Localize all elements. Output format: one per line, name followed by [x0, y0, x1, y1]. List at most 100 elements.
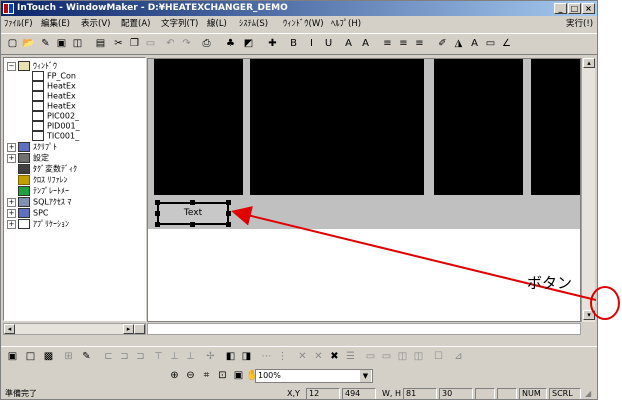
grid-icon[interactable]: ▩	[41, 349, 56, 364]
resize-handle[interactable]	[155, 222, 160, 227]
zoom-to-fit-icon[interactable]: ⌗	[199, 368, 214, 383]
resize-handle[interactable]	[190, 200, 195, 205]
tree-node-windows[interactable]: − ｳｨﾝﾄﾞｳ	[7, 61, 57, 72]
tree-node-window[interactable]: HeatEx	[32, 91, 76, 102]
tree-node-applications[interactable]: + ｱﾌﾟﾘｹｰｼｮﾝ	[7, 219, 69, 230]
tree-horizontal-scrollbar[interactable]: ◂ ▸	[3, 323, 146, 335]
expand-icon[interactable]: +	[7, 197, 16, 207]
tree-node-cross-reference[interactable]: ｸﾛｽ ﾘﾌｧﾚﾝ	[18, 175, 68, 186]
tree-node-window[interactable]: HeatEx	[32, 101, 76, 112]
tree-node-template-maker[interactable]: ﾃﾝﾌﾟﾚｰﾄﾒｰ	[18, 186, 69, 197]
align-right-edge-icon[interactable]: ⊐	[133, 349, 148, 364]
underline-icon[interactable]: U	[321, 36, 336, 51]
resize-handle[interactable]	[226, 200, 231, 205]
align-left-icon[interactable]: ≡	[380, 36, 395, 51]
maximize-button[interactable]: □	[568, 3, 581, 14]
align-centers-icon[interactable]: ✢	[203, 349, 218, 364]
flip-vertical-icon[interactable]: ◫	[411, 349, 426, 364]
tree-node-tagname-dictionary[interactable]: ﾀｸﾞ変数ﾃﾞｨｸ	[18, 164, 77, 175]
tree-node-window[interactable]: PIC002_	[32, 111, 79, 122]
italic-icon[interactable]: I	[304, 36, 319, 51]
zoom-select[interactable]: 100% ▼	[255, 369, 373, 383]
align-bottom-icon[interactable]: ⊥	[183, 349, 198, 364]
resize-grip-icon[interactable]: ◢	[585, 387, 591, 399]
cut-icon[interactable]: ✂	[111, 36, 126, 51]
menu-file[interactable]: ﾌｧｲﾙ(F)	[4, 17, 33, 29]
menu-text[interactable]: 文字列(T)	[161, 17, 198, 29]
canvas-horizontal-scrollbar[interactable]	[147, 323, 581, 335]
scroll-right-icon[interactable]: ▸	[123, 324, 134, 334]
menu-view[interactable]: 表示(V)	[81, 17, 110, 29]
resize-handle[interactable]	[155, 211, 160, 216]
zoom-window-icon[interactable]: ▣	[231, 368, 246, 383]
scroll-up-icon[interactable]: ▴	[583, 58, 595, 68]
zoom-in-icon[interactable]: ⊕	[167, 368, 182, 383]
expand-icon[interactable]: +	[7, 153, 16, 163]
ruler-icon[interactable]: ⊞	[61, 349, 76, 364]
scroll-left-icon[interactable]: ◂	[4, 324, 15, 334]
new-icon[interactable]: ▢	[5, 36, 20, 51]
copy-icon[interactable]: ❐	[127, 36, 142, 51]
space-vertical-icon[interactable]: ⋮	[275, 349, 290, 364]
menu-system[interactable]: ｼｽﾃﾑ(S)	[239, 17, 268, 29]
resize-handle[interactable]	[155, 200, 160, 205]
bring-to-front-icon[interactable]: ◨	[239, 349, 254, 364]
animation-links-icon[interactable]: ♣	[223, 36, 238, 51]
flip-horizontal-icon[interactable]: ◫	[395, 349, 410, 364]
menu-line[interactable]: 線(L)	[207, 17, 227, 29]
open-window-icon[interactable]: ✎	[38, 36, 53, 51]
scroll-thumb[interactable]	[134, 324, 145, 334]
frame-icon[interactable]: □	[23, 349, 38, 364]
align-left-edge-icon[interactable]: ⊏	[101, 349, 116, 364]
save-all-icon[interactable]: ◫	[70, 36, 85, 51]
window-color-icon[interactable]: ▭	[483, 36, 498, 51]
enlarge-font-icon[interactable]: A	[358, 36, 373, 51]
tree-node-window[interactable]: TIC001_	[32, 131, 79, 142]
expand-icon[interactable]: +	[7, 208, 16, 218]
window-properties-icon[interactable]: ▤	[93, 36, 108, 51]
wizard-icon[interactable]: ◩	[241, 36, 256, 51]
close-button[interactable]: ×	[582, 3, 595, 14]
reshape-icon[interactable]: ☐	[431, 349, 446, 364]
align-middle-icon[interactable]: ⊥	[167, 349, 182, 364]
align-right-icon[interactable]: ≡	[412, 36, 427, 51]
pencil-icon[interactable]: ✎	[79, 349, 94, 364]
make-symbol-icon[interactable]: ✖	[327, 349, 342, 364]
resize-handle[interactable]	[226, 222, 231, 227]
resize-handle[interactable]	[226, 211, 231, 216]
rotate-icon[interactable]: ▭	[363, 349, 378, 364]
space-horizontal-icon[interactable]: ⋯	[259, 349, 274, 364]
send-to-back-icon[interactable]: ◧	[223, 349, 238, 364]
save-icon[interactable]: ▣	[54, 36, 69, 51]
select-mode-icon[interactable]: ▣	[5, 349, 20, 364]
minimize-button[interactable]: _	[554, 3, 567, 14]
flip-icon[interactable]: ▭	[379, 349, 394, 364]
menu-window[interactable]: ｳｨﾝﾄﾞｳ(W)	[283, 17, 324, 29]
open-icon[interactable]: 📂	[21, 36, 36, 51]
text-color-icon[interactable]: A	[467, 36, 482, 51]
tree-node-spc[interactable]: + SPC	[7, 208, 49, 219]
zoom-out-icon[interactable]: ⊖	[183, 368, 198, 383]
align-center-icon[interactable]: ≡	[396, 36, 411, 51]
chevron-down-icon[interactable]: ▼	[360, 370, 371, 382]
tree-node-sql-access[interactable]: + SQLｱｸｾｽ ﾏ	[7, 197, 71, 208]
fill-color-icon[interactable]: ◮	[451, 36, 466, 51]
print-icon[interactable]: ⎙	[199, 36, 214, 51]
expand-icon[interactable]: +	[7, 142, 16, 152]
break-symbol-icon[interactable]: ☰	[343, 349, 358, 364]
tree-node-scripts[interactable]: + ｽｸﾘﾌﾟﾄ	[7, 142, 57, 153]
make-cell-icon[interactable]: ✕	[295, 349, 310, 364]
smooth-icon[interactable]: ⊿	[451, 349, 466, 364]
zoom-selection-icon[interactable]: ⊡	[215, 368, 230, 383]
resize-handle[interactable]	[190, 222, 195, 227]
expand-icon[interactable]: +	[7, 219, 16, 229]
tree-node-window[interactable]: PID001_	[32, 121, 80, 132]
undo-icon[interactable]: ↶	[163, 36, 178, 51]
redo-icon[interactable]: ↷	[179, 36, 194, 51]
menu-arrange[interactable]: 配置(A)	[121, 17, 150, 29]
menu-runtime[interactable]: 実行(!)	[566, 17, 593, 29]
reduce-font-icon[interactable]: A	[341, 36, 356, 51]
menu-edit[interactable]: 編集(E)	[41, 17, 70, 29]
break-cell-icon[interactable]: ✕	[311, 349, 326, 364]
line-style-icon[interactable]: ∠	[499, 36, 514, 51]
